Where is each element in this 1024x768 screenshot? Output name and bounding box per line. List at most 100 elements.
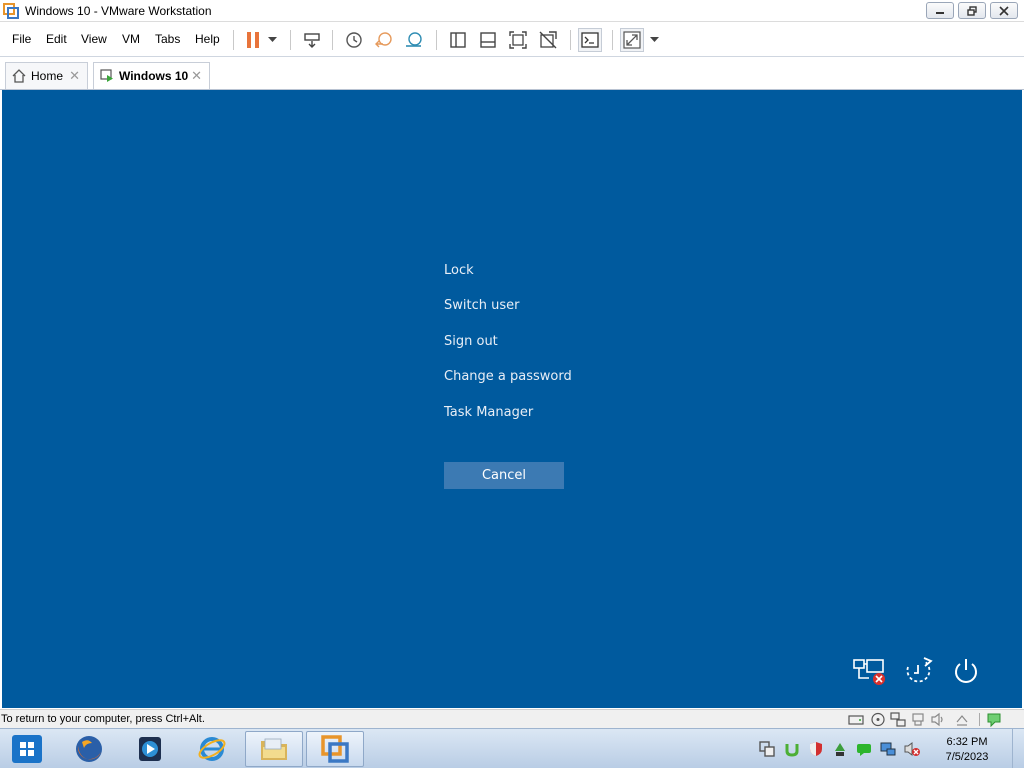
network-disconnected-icon — [853, 659, 885, 685]
media-player-icon — [139, 737, 161, 761]
firefox-icon — [76, 736, 102, 762]
revert-snapshot-button[interactable] — [372, 28, 396, 52]
title-bar: Windows 10 - VMware Workstation — [0, 0, 1024, 22]
vm-display[interactable]: Lock Switch user Sign out Change a passw… — [2, 90, 1022, 708]
taskbar-file-explorer[interactable] — [245, 731, 303, 767]
restore-icon — [967, 5, 977, 16]
power-icon — [955, 659, 977, 683]
full-screen-button[interactable] — [506, 28, 530, 52]
tab-windows-10[interactable]: Windows 10 ✕ — [93, 62, 210, 89]
network-disconnected-button[interactable] — [853, 655, 887, 689]
power-button[interactable] — [949, 654, 983, 688]
tab-home[interactable]: Home ✕ — [5, 62, 88, 89]
taskbar-internet-explorer[interactable] — [183, 731, 241, 767]
taskbar-media-player[interactable] — [121, 731, 179, 767]
thumbnail-layout-icon — [480, 32, 496, 48]
vmware-app-icon — [3, 3, 19, 19]
console-view-button[interactable] — [578, 28, 602, 52]
power-dropdown[interactable] — [263, 28, 281, 52]
ease-of-access-button[interactable] — [901, 654, 935, 688]
toolbar-separator — [436, 30, 437, 50]
window-title: Windows 10 - VMware Workstation — [25, 4, 212, 18]
tray-security-shield-icon[interactable] — [808, 741, 824, 757]
close-icon — [999, 5, 1009, 16]
menu-file[interactable]: File — [12, 32, 31, 46]
home-icon — [12, 69, 26, 83]
message-log-icon[interactable] — [986, 712, 1002, 727]
tray-network-icon[interactable] — [880, 741, 896, 757]
windows-logo-icon — [20, 742, 34, 756]
toolbar-separator — [290, 30, 291, 50]
toolbar-separator — [332, 30, 333, 50]
stretch-icon — [623, 31, 641, 49]
close-tab-icon[interactable]: ✕ — [191, 68, 202, 84]
status-bar: To return to your computer, press Ctrl+A… — [0, 709, 1024, 728]
internet-explorer-icon — [198, 737, 226, 761]
close-button[interactable] — [990, 2, 1018, 19]
status-separator — [979, 713, 980, 726]
menu-vm[interactable]: VM — [122, 32, 140, 46]
menu-toolbar: File Edit View VM Tabs Help — [0, 22, 1024, 57]
tray-vmware-icon[interactable] — [759, 741, 775, 757]
tray-volume-muted-icon[interactable] — [904, 741, 920, 757]
task-manager-option[interactable]: Task Manager — [444, 405, 533, 420]
minimize-icon — [936, 11, 944, 14]
show-library-button[interactable] — [446, 28, 470, 52]
revert-snapshot-icon — [375, 32, 392, 48]
taskbar-clock[interactable]: 6:32 PM 7/5/2023 — [936, 735, 998, 765]
network-adapter-icon[interactable] — [890, 712, 906, 727]
menu-view[interactable]: View — [81, 32, 107, 46]
usb-controller-icon[interactable] — [910, 712, 926, 727]
lock-option[interactable]: Lock — [444, 263, 474, 278]
toolbar-separator — [612, 30, 613, 50]
snapshot-manager-button[interactable] — [402, 28, 426, 52]
close-tab-icon[interactable]: ✕ — [69, 68, 80, 84]
sidebar-layout-icon — [450, 32, 466, 48]
restore-button[interactable] — [958, 2, 986, 19]
fullscreen-icon — [509, 31, 527, 49]
toolbar-separator — [233, 30, 234, 50]
vm-running-icon — [100, 69, 113, 82]
start-button[interactable] — [12, 735, 42, 763]
pause-icon — [247, 32, 259, 48]
clock-time: 6:32 PM — [946, 736, 988, 748]
tray-chat-icon[interactable] — [856, 741, 872, 757]
host-taskbar: 6:32 PM 7/5/2023 — [0, 728, 1024, 768]
unity-icon — [539, 31, 557, 49]
console-icon — [581, 32, 599, 48]
minimize-button[interactable] — [926, 2, 954, 19]
sign-out-option[interactable]: Sign out — [444, 334, 498, 349]
chevron-down-icon — [267, 37, 277, 42]
stretch-guest-button[interactable] — [620, 28, 644, 52]
ease-of-access-icon — [906, 657, 933, 683]
vmware-icon — [321, 735, 349, 763]
show-thumbnail-bar-button[interactable] — [476, 28, 500, 52]
tab-bar: Home ✕ Windows 10 ✕ — [0, 57, 1024, 90]
menu-help[interactable]: Help — [195, 32, 220, 46]
taskbar-vmware-workstation[interactable] — [306, 731, 364, 767]
menu-tabs[interactable]: Tabs — [155, 32, 180, 46]
printer-icon[interactable] — [954, 712, 970, 727]
snapshot-manager-icon — [406, 32, 422, 47]
take-snapshot-button[interactable] — [342, 28, 366, 52]
chevron-down-icon — [649, 37, 659, 42]
clock-date: 7/5/2023 — [945, 751, 989, 763]
pause-button[interactable] — [241, 28, 265, 52]
switch-user-option[interactable]: Switch user — [444, 298, 519, 313]
unity-button[interactable] — [536, 28, 560, 52]
cd-dvd-icon[interactable] — [870, 712, 886, 727]
stretch-dropdown[interactable] — [646, 28, 662, 52]
hard-disk-icon[interactable] — [848, 712, 864, 727]
sound-card-icon[interactable] — [930, 712, 946, 727]
menu-edit[interactable]: Edit — [46, 32, 67, 46]
send-keys-icon — [304, 33, 320, 48]
tab-home-label: Home — [31, 69, 64, 83]
cancel-button[interactable]: Cancel — [444, 462, 564, 489]
send-ctrl-alt-del-button[interactable] — [300, 28, 324, 52]
tray-recycle-icon[interactable] — [832, 741, 848, 757]
tray-utorrent-icon[interactable] — [784, 741, 800, 757]
change-password-option[interactable]: Change a password — [444, 369, 572, 384]
taskbar-firefox[interactable] — [60, 731, 118, 767]
tab-windows-10-label: Windows 10 — [119, 69, 189, 83]
show-desktop-button[interactable] — [1012, 729, 1024, 768]
